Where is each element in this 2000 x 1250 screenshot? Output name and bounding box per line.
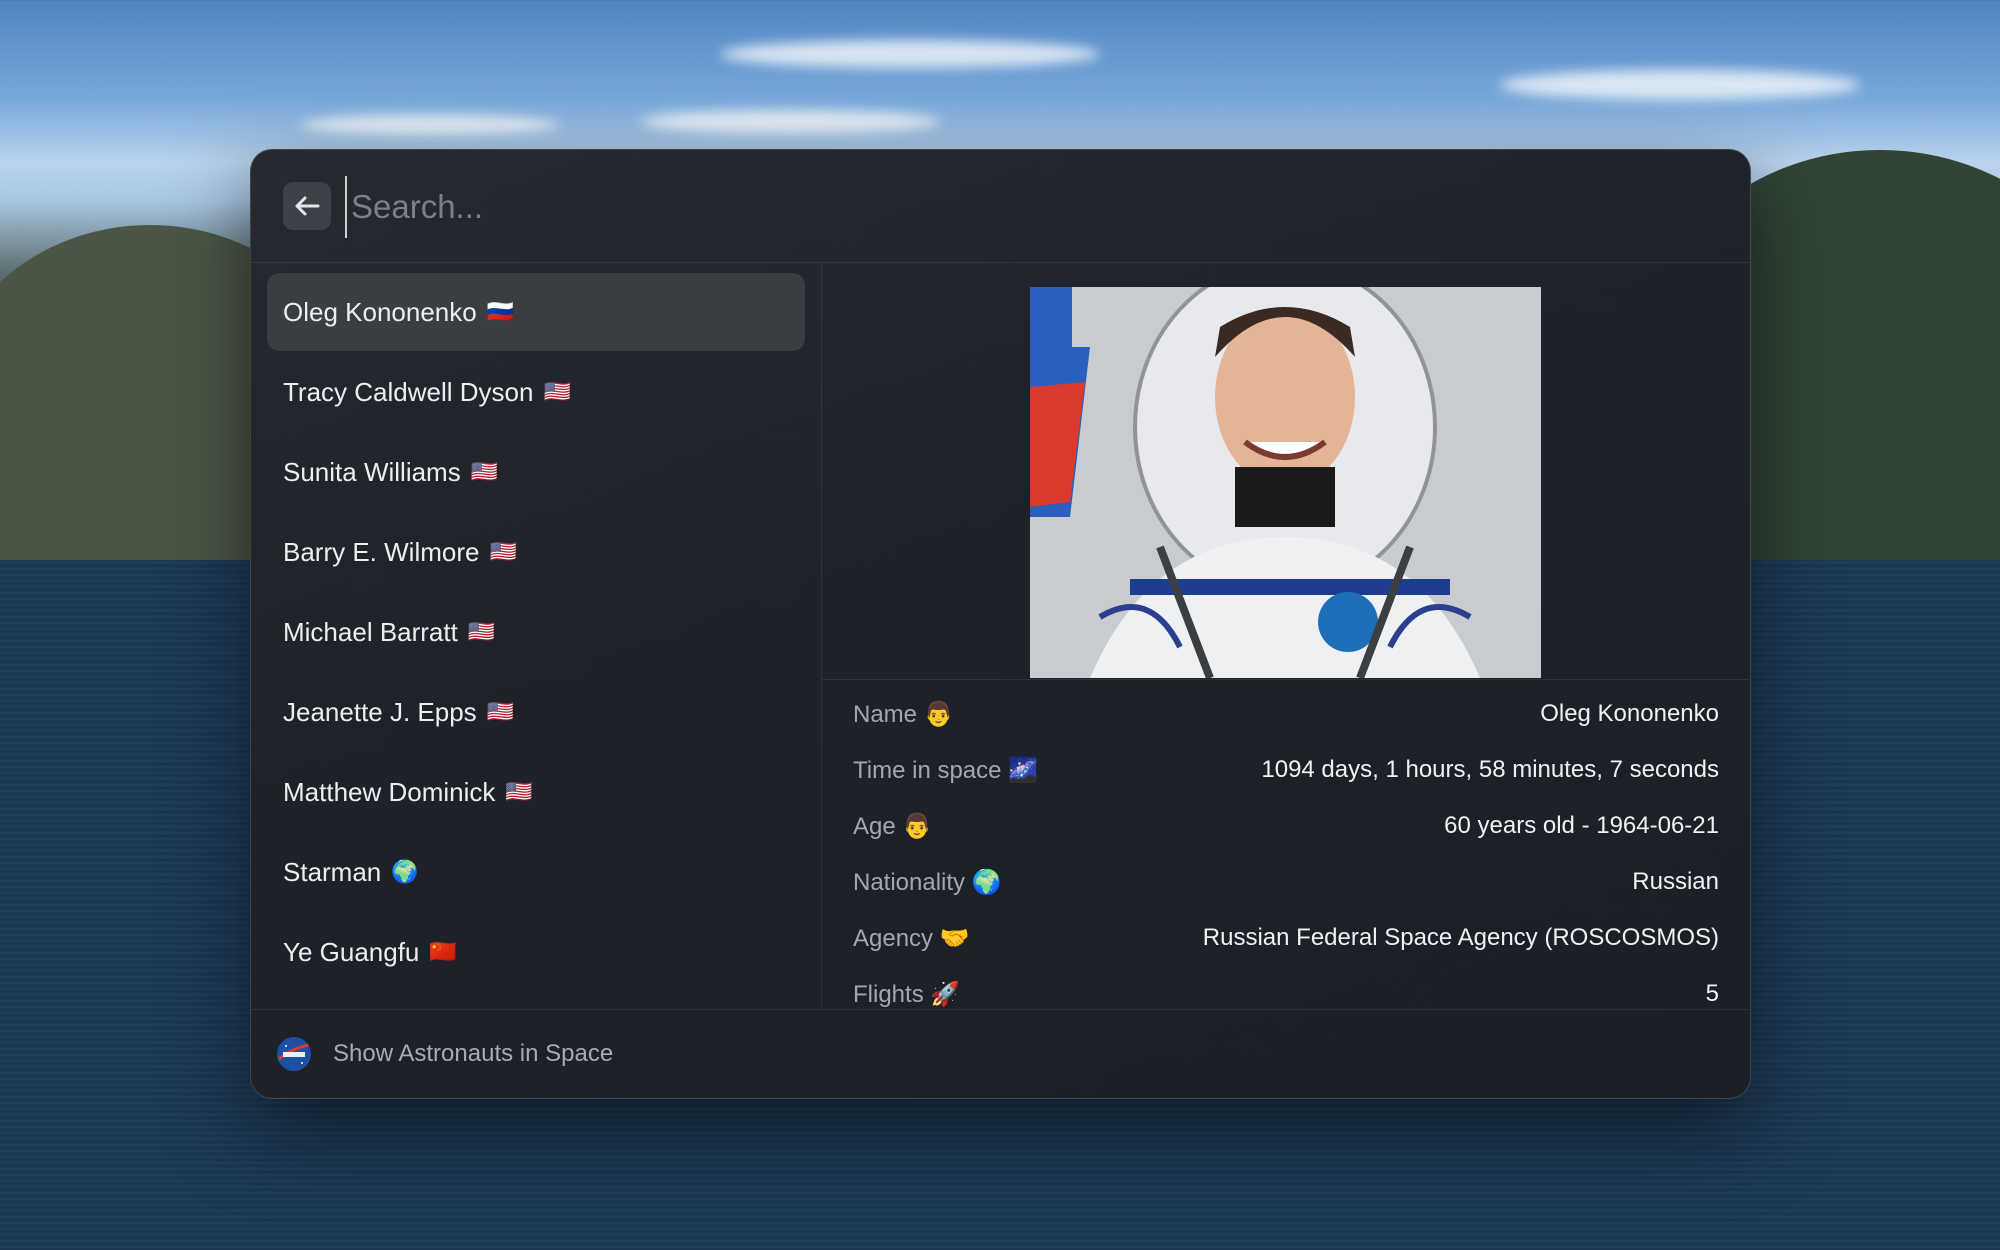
list-item[interactable]: Tracy Caldwell Dyson 🇺🇸 (267, 353, 805, 431)
footer-bar: Show Astronauts in Space (251, 1009, 1750, 1098)
search-input[interactable] (345, 176, 1653, 238)
flag-icon: 🇷🇺 (486, 299, 515, 324)
flag-icon: 🇺🇸 (543, 379, 571, 404)
astronaut-name: Matthew Dominick (283, 776, 496, 807)
astronaut-name: Sunita Williams (283, 456, 461, 487)
metadata-value: 5 (1705, 980, 1719, 1007)
search-bar (251, 150, 1750, 263)
astronaut-name: Ye Guangfu (283, 936, 420, 967)
list-item[interactable]: Barry E. Wilmore 🇺🇸 (267, 513, 805, 591)
metadata-value: Oleg Kononenko (1540, 700, 1719, 727)
list-item[interactable]: Matthew Dominick 🇺🇸 (267, 753, 805, 831)
metadata-row-time-in-space: Time in space 🌌 1094 days, 1 hours, 58 m… (853, 750, 1719, 790)
metadata-label: Nationality 🌍 (853, 868, 1002, 896)
astronaut-metadata: Name 👨 Oleg Kononenko Time in space 🌌 10… (822, 679, 1750, 1008)
flag-icon: 🇺🇸 (486, 699, 515, 724)
metadata-row-age: Age 👨 60 years old - 1964-06-21 (853, 806, 1719, 846)
detail-panel: Name 👨 Oleg Kononenko Time in space 🌌 10… (822, 263, 1750, 1009)
astronaut-name: Jeanette J. Epps (283, 696, 477, 727)
metadata-value: Russian Federal Space Agency (ROSCOSMOS) (1202, 924, 1719, 951)
astronaut-name: Starman (283, 856, 382, 887)
metadata-label: Flights 🚀 (853, 980, 961, 1008)
arrow-left-icon (295, 196, 320, 216)
metadata-label: Name 👨 (853, 700, 954, 728)
flag-icon: 🌍 (391, 859, 419, 884)
metadata-row-name: Name 👨 Oleg Kononenko (853, 694, 1719, 734)
metadata-label: Agency 🤝 (853, 924, 970, 952)
list-item[interactable]: Jeanette J. Epps 🇺🇸 (267, 673, 805, 751)
list-item[interactable]: Sunita Williams 🇺🇸 (267, 433, 805, 511)
astronaut-name: Barry E. Wilmore (283, 536, 480, 567)
astronaut-photo (1030, 287, 1541, 678)
metadata-row-agency: Agency 🤝 Russian Federal Space Agency (R… (853, 918, 1719, 958)
extension-title[interactable]: Show Astronauts in Space (333, 1040, 613, 1068)
list-item[interactable]: Starman 🌍 (267, 833, 805, 911)
metadata-label: Time in space 🌌 (853, 756, 1039, 784)
flag-icon: 🇺🇸 (467, 619, 496, 644)
metadata-label: Age 👨 (853, 812, 933, 840)
astronaut-list: Oleg Kononenko 🇷🇺 Tracy Caldwell Dyson 🇺… (251, 263, 822, 1009)
astronaut-name: Michael Barratt (283, 616, 458, 647)
launcher-window: Oleg Kononenko 🇷🇺 Tracy Caldwell Dyson 🇺… (250, 149, 1751, 1099)
list-item[interactable]: Michael Barratt 🇺🇸 (267, 593, 805, 671)
nasa-logo-icon (277, 1037, 311, 1071)
list-item[interactable]: Ye Guangfu 🇨🇳 (267, 913, 805, 991)
metadata-value: 1094 days, 1 hours, 58 minutes, 7 second… (1261, 756, 1719, 783)
metadata-row-nationality: Nationality 🌍 Russian (853, 862, 1719, 902)
metadata-value: 60 years old - 1964-06-21 (1444, 812, 1719, 839)
metadata-row-flights: Flights 🚀 5 (853, 974, 1719, 1009)
astronaut-name: Oleg Kononenko (283, 296, 477, 327)
flag-icon: 🇺🇸 (470, 459, 499, 484)
astronaut-name: Tracy Caldwell Dyson (283, 376, 534, 407)
back-button[interactable] (283, 182, 331, 230)
metadata-value: Russian (1632, 868, 1719, 895)
flag-icon: 🇨🇳 (429, 939, 457, 964)
list-item[interactable]: Oleg Kononenko 🇷🇺 (267, 273, 805, 351)
flag-icon: 🇺🇸 (489, 539, 517, 564)
flag-icon: 🇺🇸 (505, 779, 533, 804)
